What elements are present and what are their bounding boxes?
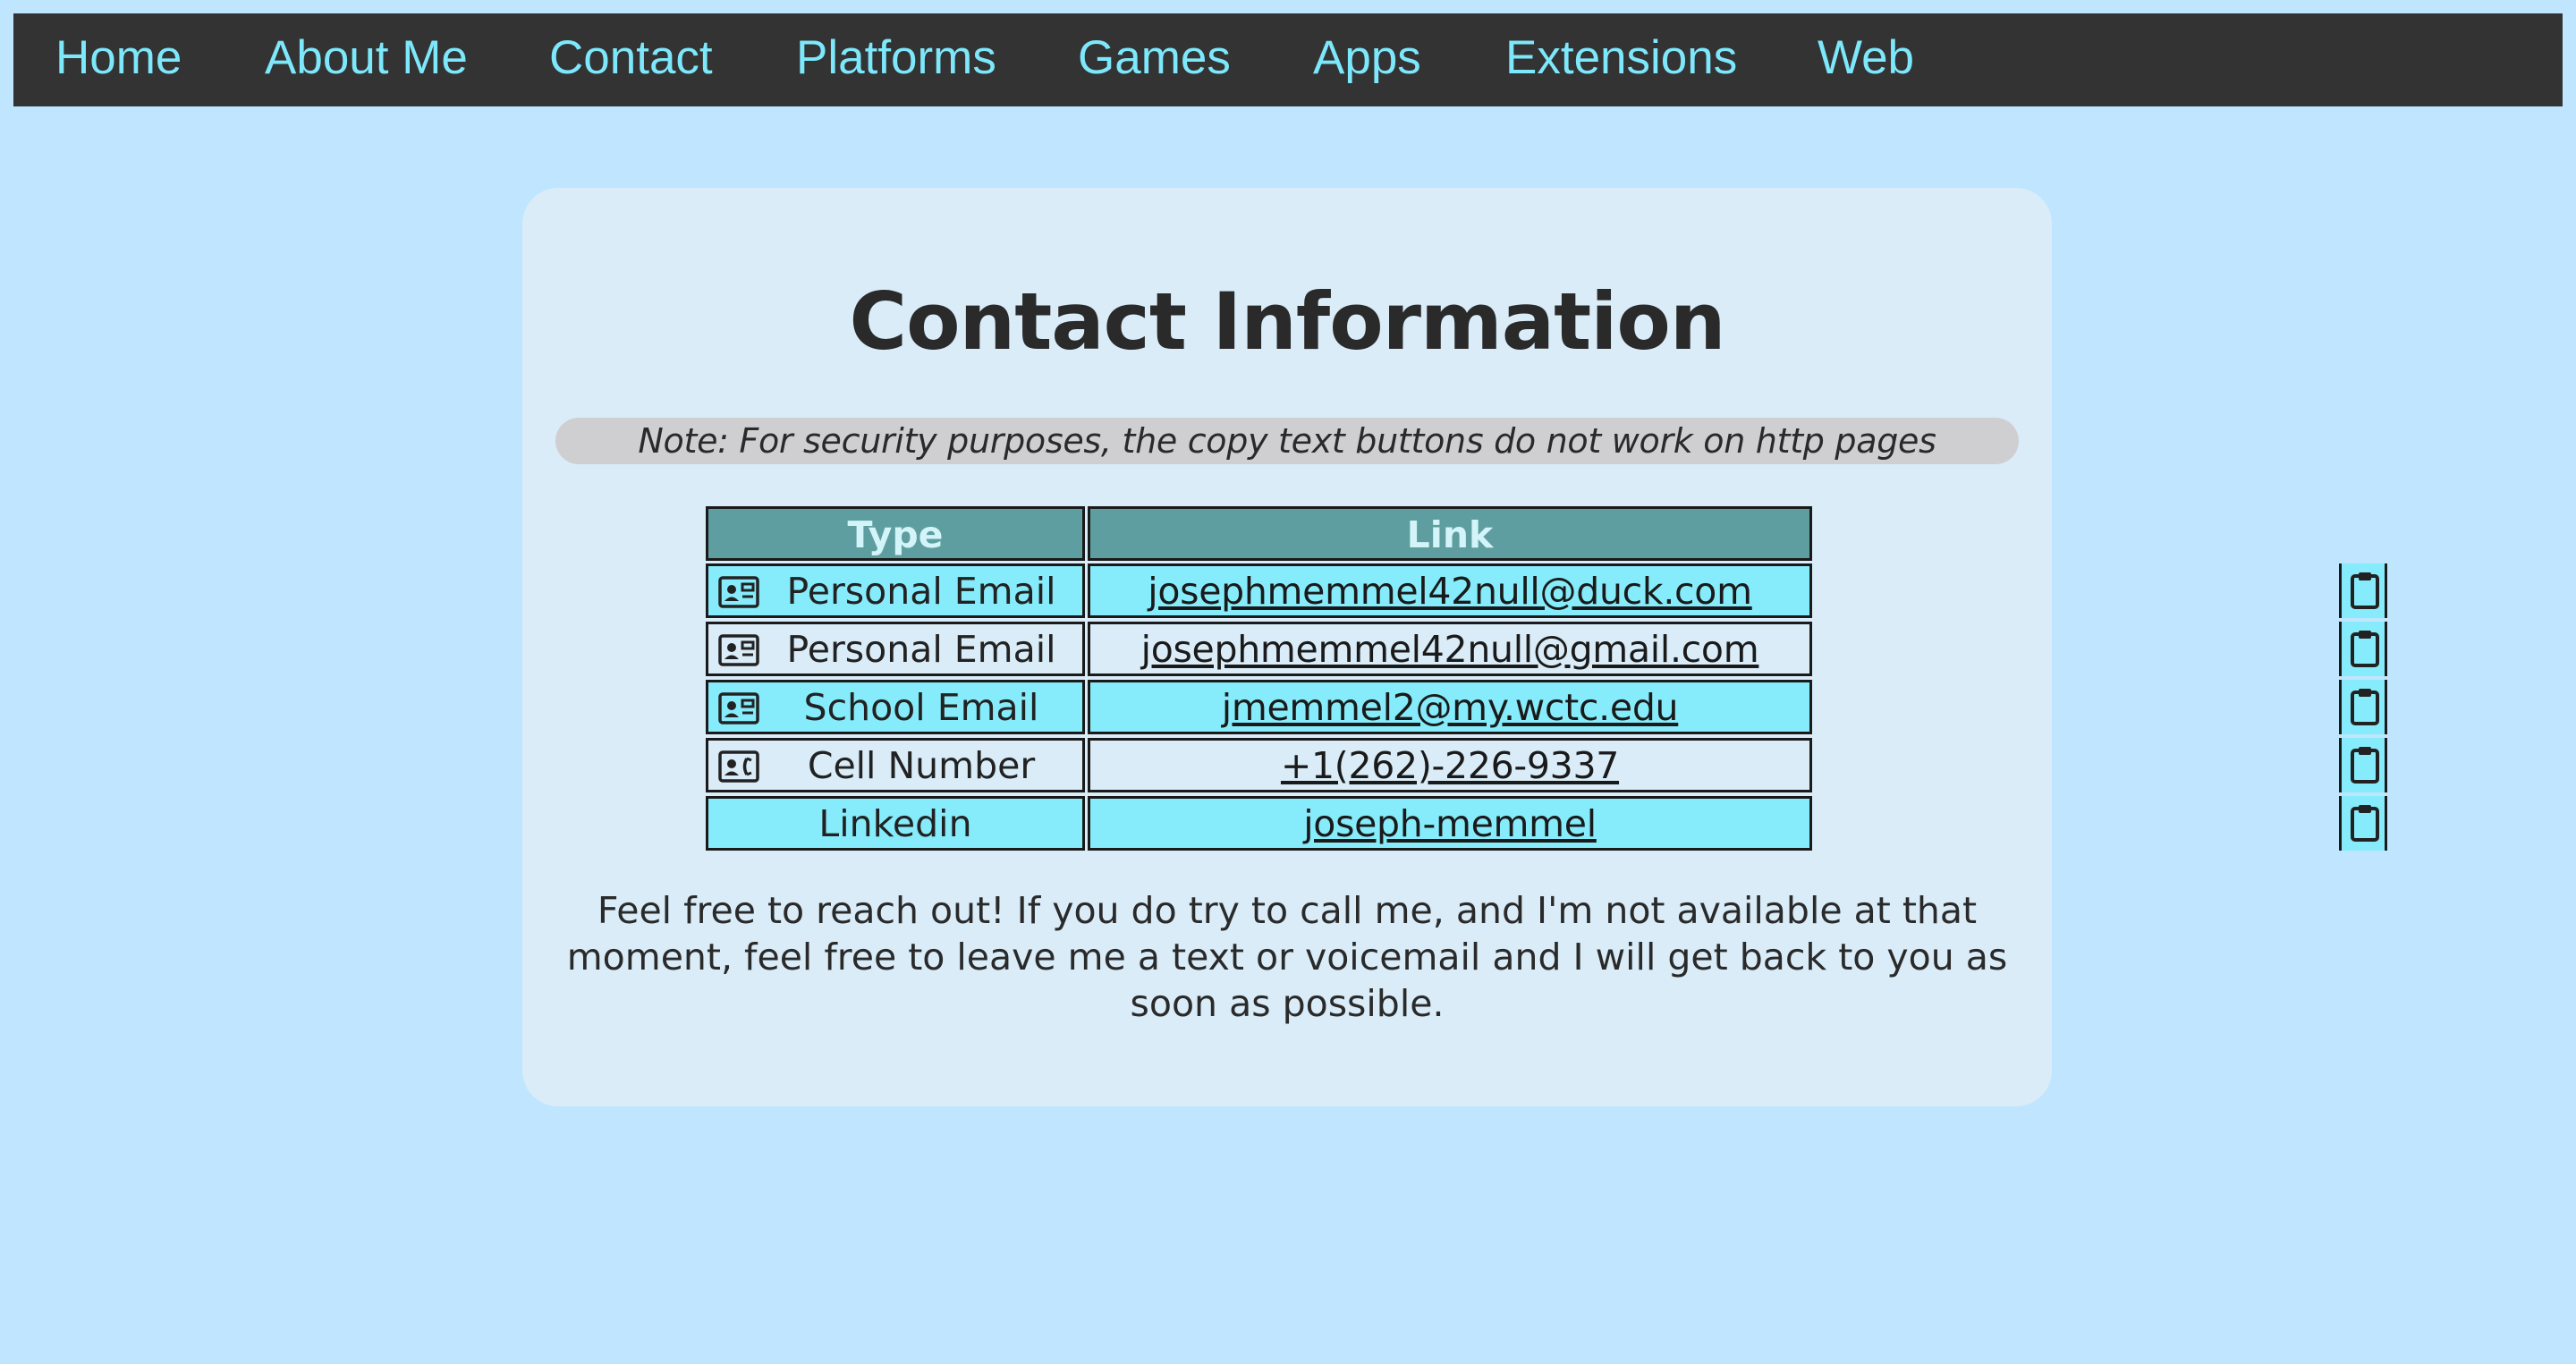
type-label: School Email <box>803 686 1039 729</box>
table-row-link-cell: joseph-memmel <box>1088 796 1812 851</box>
email-link-duck[interactable]: josephmemmel42null@duck.com <box>1148 570 1752 613</box>
table-header-type: Type <box>706 506 1085 561</box>
clipboard-icon <box>2351 631 2379 667</box>
email-link-gmail[interactable]: josephmemmel42null@gmail.com <box>1141 628 1759 671</box>
copy-button[interactable] <box>2339 796 2387 851</box>
type-label: Personal Email <box>786 628 1056 671</box>
copy-button[interactable] <box>2339 563 2387 618</box>
type-label: Personal Email <box>786 570 1056 613</box>
clipboard-icon <box>2351 572 2379 609</box>
security-note: Note: For security purposes, the copy te… <box>555 418 2019 464</box>
table-header-link: Link <box>1088 506 1812 561</box>
contact-card-icon <box>718 576 759 608</box>
contact-card: Contact Information Note: For security p… <box>522 188 2387 1106</box>
copy-button[interactable] <box>2339 622 2387 676</box>
table-row-link-cell: josephmemmel42null@gmail.com <box>1088 622 1812 676</box>
nav-link-platforms[interactable]: Platforms <box>796 13 996 106</box>
nav-link-extensions[interactable]: Extensions <box>1505 13 1737 106</box>
copy-button[interactable] <box>2339 680 2387 734</box>
page-title: Contact Information <box>849 275 1726 368</box>
clipboard-icon <box>2351 747 2379 784</box>
copy-button[interactable] <box>2339 738 2387 792</box>
table-row-type-cell: Personal Email <box>706 622 1085 676</box>
contact-phone-icon <box>718 750 759 783</box>
contact-footer-text: Feel free to reach out! If you do try to… <box>566 889 2008 1025</box>
nav-link-home[interactable]: Home <box>55 13 182 106</box>
table-row-type-cell: School Email <box>706 680 1085 734</box>
nav-link-web[interactable]: Web <box>1818 13 1914 106</box>
phone-link[interactable]: +1(262)-226-9337 <box>1281 744 1619 787</box>
nav-link-contact[interactable]: Contact <box>549 13 713 106</box>
nav-link-about-me[interactable]: About Me <box>265 13 468 106</box>
table-row-link-cell: josephmemmel42null@duck.com <box>1088 563 1812 618</box>
contact-card-icon <box>718 634 759 666</box>
table-row-type-cell: Cell Number <box>706 738 1085 792</box>
table-row-link-cell: jmemmel2@my.wctc.edu <box>1088 680 1812 734</box>
table-row-type-cell: Linkedin <box>706 796 1085 851</box>
clipboard-icon <box>2351 689 2379 725</box>
nav-link-apps[interactable]: Apps <box>1313 13 1421 106</box>
linkedin-link[interactable]: joseph-memmel <box>1303 802 1597 845</box>
contact-card-icon <box>718 692 759 724</box>
type-label: Linkedin <box>818 802 972 845</box>
type-label: Cell Number <box>807 744 1036 787</box>
nav-link-games[interactable]: Games <box>1078 13 1231 106</box>
table-row-link-cell: +1(262)-226-9337 <box>1088 738 1812 792</box>
clipboard-icon <box>2351 805 2379 842</box>
top-navigation-bar: Home About Me Contact Platforms Games Ap… <box>13 13 2563 106</box>
table-row-type-cell: Personal Email <box>706 563 1085 618</box>
email-link-school[interactable]: jmemmel2@my.wctc.edu <box>1222 686 1679 729</box>
